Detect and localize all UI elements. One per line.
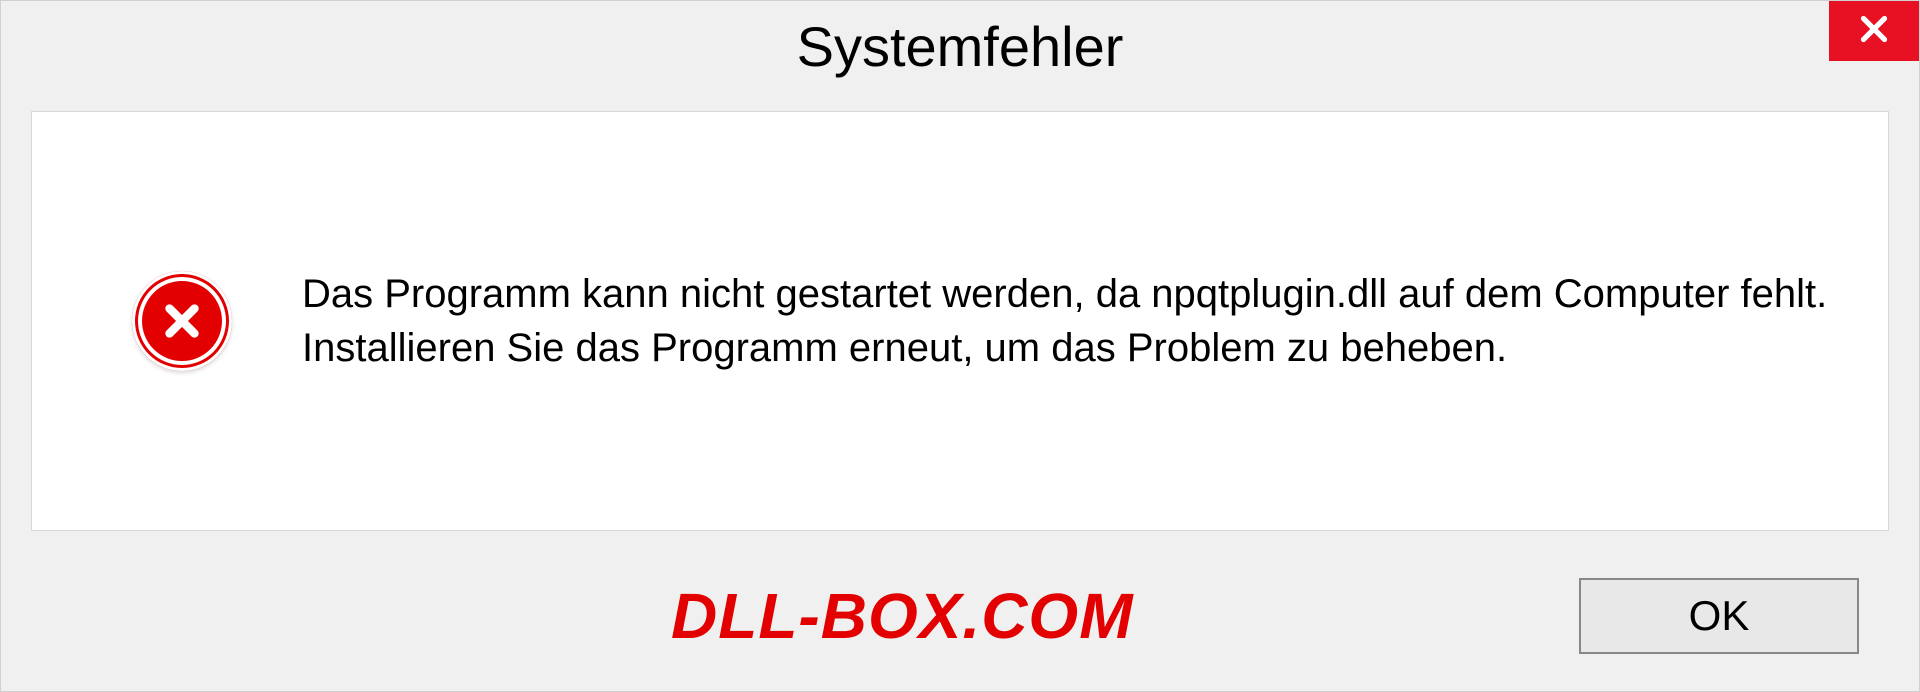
ok-button[interactable]: OK: [1579, 578, 1859, 654]
content-panel: Das Programm kann nicht gestartet werden…: [31, 111, 1889, 531]
dialog-footer: DLL-BOX.COM OK: [1, 561, 1919, 691]
close-button[interactable]: [1829, 1, 1919, 61]
watermark-text: DLL-BOX.COM: [31, 579, 1134, 653]
error-dialog: Systemfehler Das Programm kann nicht ges…: [0, 0, 1920, 692]
close-icon: [1856, 11, 1892, 52]
titlebar: Systemfehler: [1, 1, 1919, 91]
error-message: Das Programm kann nicht gestartet werden…: [302, 267, 1828, 375]
dialog-title: Systemfehler: [797, 14, 1124, 79]
error-circle-icon: [132, 271, 232, 371]
